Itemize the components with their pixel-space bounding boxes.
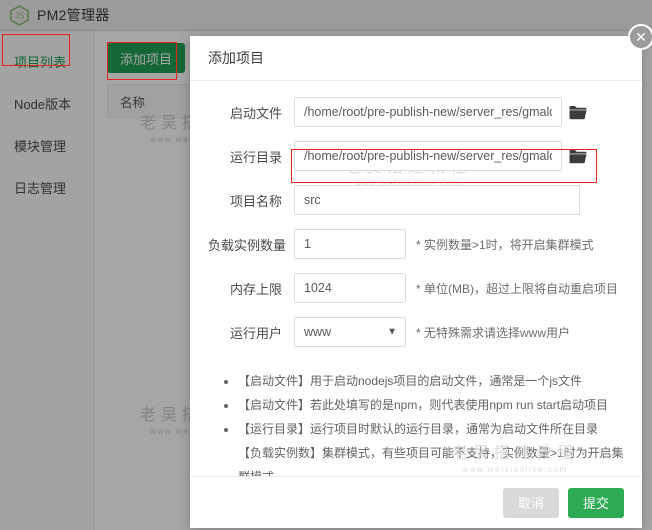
- start-file-control: [294, 97, 587, 127]
- form-row-project-name: 项目名称: [208, 185, 624, 215]
- memory-limit-control: * 单位(MB)，超过上限将自动重启项目: [294, 273, 618, 303]
- form-row-memory-limit: 内存上限 * 单位(MB)，超过上限将自动重启项目: [208, 273, 624, 303]
- run-user-hint: * 无特殊需求请选择www用户: [416, 325, 571, 340]
- project-name-input[interactable]: [294, 185, 580, 215]
- help-list: 【启动文件】用于启动nodejs项目的启动文件，通常是一个js文件 【启动文件】…: [208, 369, 624, 476]
- form-row-run-dir: 运行目录: [208, 141, 624, 171]
- run-user-select-wrap: www ▼: [294, 317, 406, 347]
- run-dir-label: 运行目录: [229, 149, 282, 165]
- help-item: 【启动文件】用于启动nodejs项目的启动文件，通常是一个js文件: [238, 369, 624, 393]
- form-row-start-file: 启动文件: [208, 97, 624, 127]
- folder-browse-icon[interactable]: [569, 149, 587, 164]
- screen: JS PM2管理器 项目列表 Node版本 模块管理 日志管理 添加项目 名称: [0, 0, 652, 530]
- run-user-select[interactable]: www: [294, 317, 406, 347]
- start-file-label: 启动文件: [229, 105, 282, 121]
- dialog-body: 老吴搭建教程 www.weixiaolive.com 老吴搭建教程 www.we…: [190, 81, 642, 476]
- dialog-footer: 取消 提交: [190, 476, 642, 528]
- memory-limit-label: 内存上限: [229, 281, 282, 297]
- instances-input[interactable]: [294, 229, 406, 259]
- help-item: 【运行目录】运行项目时默认的运行目录，通常为启动文件所在目录: [238, 417, 624, 441]
- form-row-instances: 负载实例数量 * 实例数量>1时，将开启集群模式: [208, 229, 624, 259]
- instances-label: 负载实例数量: [208, 237, 287, 253]
- help-item: 【启动文件】若此处填写的是npm，则代表使用npm run start启动项目: [238, 393, 624, 417]
- instances-control: * 实例数量>1时，将开启集群模式: [294, 229, 594, 259]
- run-user-control: www ▼ * 无特殊需求请选择www用户: [294, 317, 570, 347]
- dialog-title-bar: 添加项目: [190, 36, 642, 81]
- dialog-title: 添加项目: [208, 50, 264, 66]
- form-row-run-user: 运行用户 www ▼ * 无特殊需求请选择www用户: [208, 317, 624, 347]
- instances-hint: * 实例数量>1时，将开启集群模式: [416, 237, 594, 252]
- run-dir-control: [294, 141, 587, 171]
- help-item: 【负载实例数】集群模式，有些项目可能不支持，实例数量>1时为开启集群模式: [238, 441, 624, 476]
- folder-browse-icon[interactable]: [569, 105, 587, 120]
- close-icon[interactable]: ✕: [628, 24, 652, 50]
- run-user-label: 运行用户: [229, 325, 282, 341]
- project-name-control: [294, 185, 580, 215]
- start-file-input[interactable]: [294, 97, 562, 127]
- cancel-button[interactable]: 取消: [502, 487, 559, 518]
- add-project-dialog: ✕ 添加项目 老吴搭建教程 www.weixiaolive.com 老吴搭建教程…: [190, 24, 652, 528]
- memory-limit-input[interactable]: [294, 273, 406, 303]
- project-name-label: 项目名称: [229, 193, 282, 209]
- memory-limit-hint: * 单位(MB)，超过上限将自动重启项目: [416, 281, 618, 296]
- run-dir-input[interactable]: [294, 141, 562, 171]
- submit-button[interactable]: 提交: [567, 487, 624, 518]
